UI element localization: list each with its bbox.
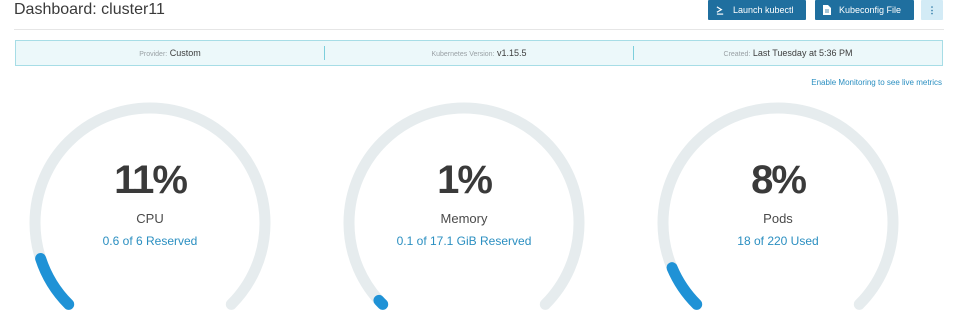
launch-kubectl-label: Launch kubectl	[733, 5, 794, 15]
gauge-percent: 8%	[751, 158, 807, 202]
kubeconfig-file-button[interactable]: Kubeconfig File	[815, 0, 914, 20]
enable-monitoring-link[interactable]: Enable Monitoring to see live metrics	[811, 78, 942, 87]
provider-value: Custom	[169, 48, 201, 58]
gauge-detail: 18 of 220 Used	[737, 234, 819, 248]
provider-label: Provider:	[139, 51, 168, 58]
gauge-dial	[29, 102, 271, 310]
vertical-dots-icon: ⋮	[927, 4, 937, 15]
kubernetes-version-info: Kubernetes Version: v1.15.5	[325, 48, 633, 58]
kubernetes-version-value: v1.15.5	[497, 48, 527, 58]
gauge-track	[343, 102, 585, 310]
gauge-percent: 11%	[114, 158, 188, 202]
gauge-fill	[373, 294, 389, 310]
gauge-detail: 0.6 of 6 Reserved	[102, 234, 198, 248]
gauge-title: Pods	[763, 211, 793, 226]
gauge-detail: 0.1 of 17.1 GiB Reserved	[396, 234, 532, 248]
gauge-fill	[666, 262, 703, 310]
memory-gauge: 1% Memory 0.1 of 17.1 GiB Reserved	[336, 95, 592, 320]
gauge-percent: 1%	[437, 158, 493, 202]
more-actions-button[interactable]: ⋮	[921, 0, 943, 20]
kubeconfig-file-label: Kubeconfig File	[839, 5, 902, 15]
cluster-info-bar: Provider: Custom Kubernetes Version: v1.…	[15, 40, 943, 66]
terminal-icon	[716, 5, 725, 15]
gauge-dial	[657, 102, 899, 310]
gauge-title: Memory	[440, 211, 488, 226]
launch-kubectl-button[interactable]: Launch kubectl	[708, 0, 806, 20]
kubernetes-version-label: Kubernetes Version:	[431, 51, 495, 58]
header-divider	[14, 29, 944, 30]
created-info: Created: Last Tuesday at 5:36 PM	[634, 48, 942, 58]
gauge-track	[657, 102, 899, 310]
page-header: Dashboard: cluster11 Launch kubectl Kube…	[0, 0, 960, 30]
provider-info: Provider: Custom	[16, 48, 324, 58]
file-icon	[823, 5, 831, 15]
pods-gauge: 8% Pods 18 of 220 Used	[650, 95, 906, 320]
gauge-fill	[35, 253, 75, 310]
page-title: Dashboard: cluster11	[14, 1, 165, 18]
gauge-dial	[343, 102, 585, 310]
created-value: Last Tuesday at 5:36 PM	[752, 48, 853, 58]
cpu-gauge: 11% CPU 0.6 of 6 Reserved	[22, 95, 278, 320]
gauge-title: CPU	[136, 211, 164, 226]
gauge-track	[29, 102, 271, 310]
created-label: Created:	[723, 51, 751, 58]
